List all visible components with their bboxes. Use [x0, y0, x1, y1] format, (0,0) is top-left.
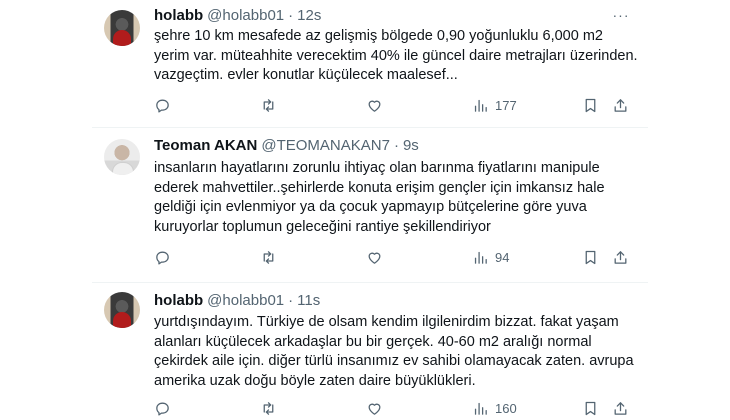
- author-handle[interactable]: @holabb01: [207, 292, 284, 309]
- bookmark-button[interactable]: [582, 398, 599, 418]
- like-button[interactable]: [366, 247, 383, 267]
- views-button[interactable]: 94: [472, 247, 509, 267]
- like-button[interactable]: [366, 398, 383, 418]
- reply-icon: [156, 402, 169, 416]
- tweet-text-line: vazgeçtim. evler konutlar küçülecek maal…: [154, 67, 458, 83]
- separator-dot: ·: [288, 291, 294, 309]
- bookmark-button[interactable]: [582, 95, 599, 115]
- share-button[interactable]: [612, 398, 629, 418]
- tweet-time[interactable]: 9s: [403, 137, 419, 154]
- share-button[interactable]: [612, 95, 629, 115]
- tweet[interactable]: holabb @holabb01 · 11s yurtdışındayım. T…: [0, 283, 730, 420]
- author-handle[interactable]: @TEOMANAKAN7: [261, 137, 390, 154]
- retweet-button[interactable]: [260, 95, 277, 115]
- bookmark-icon: [585, 250, 596, 264]
- share-icon: [614, 98, 627, 112]
- tweet-time[interactable]: 11s: [297, 292, 320, 309]
- author-handle[interactable]: @holabb01: [207, 7, 284, 24]
- reply-icon: [156, 99, 169, 113]
- share-icon: [614, 250, 627, 264]
- retweet-button[interactable]: [260, 247, 277, 267]
- like-button[interactable]: [366, 95, 383, 115]
- separator-dot: ·: [393, 136, 399, 154]
- tweet-header: holabb @holabb01 · 12s: [154, 5, 321, 25]
- reply-button[interactable]: [154, 398, 171, 418]
- like-icon: [368, 252, 381, 264]
- tweet-actions: 94: [154, 247, 630, 267]
- like-icon: [368, 403, 381, 415]
- bookmark-icon: [585, 98, 596, 112]
- views-count: 94: [495, 249, 510, 265]
- like-icon: [368, 100, 381, 112]
- bookmark-icon: [585, 401, 596, 415]
- retweet-icon: [263, 401, 274, 415]
- more-options-icon[interactable]: ···: [612, 6, 630, 24]
- tweet-text-line: yerim var. müteahhite verecektim 40% ile…: [154, 47, 638, 64]
- tweet-text-line: geldiği için evlenmiyor ya da çocuk yapm…: [154, 199, 587, 215]
- tweet[interactable]: holabb @holabb01 · 12s ··· şehre 10 km m…: [0, 0, 730, 128]
- tweet-text-line: ederek mahvettiler..şehirlerde konuta er…: [154, 179, 605, 196]
- tweet-text-line: alanları küçülecek arkadaşlar bu bir ger…: [154, 333, 592, 350]
- tweet-actions: 177: [154, 95, 630, 115]
- views-button[interactable]: 160: [472, 398, 517, 418]
- views-icon: [474, 251, 487, 264]
- tweet-text-line: kuruyorlar toplumun geleceğini rantiye ş…: [154, 218, 491, 235]
- tweet[interactable]: Teoman AKAN @TEOMANAKAN7 · 9s insanların…: [0, 128, 730, 283]
- views-count: 160: [495, 400, 517, 416]
- tweet-text: yurtdışındayım. Türkiye de olsam kendim …: [154, 313, 644, 391]
- views-button[interactable]: 177: [472, 95, 517, 115]
- tweet-text-line: insanların hayatlarını zorunlu ihtiyaç o…: [154, 160, 600, 176]
- retweet-icon: [263, 98, 274, 112]
- reply-icon: [156, 251, 169, 265]
- avatar[interactable]: [104, 292, 140, 328]
- share-icon: [614, 401, 627, 415]
- author-name[interactable]: Teoman AKAN: [154, 137, 257, 154]
- tweet-text-line: şehre 10 km mesafede az gelişmiş bölgede…: [154, 28, 603, 44]
- tweet-text: şehre 10 km mesafede az gelişmiş bölgede…: [154, 27, 644, 86]
- bookmark-button[interactable]: [582, 247, 599, 267]
- tweet-text-line: amerika uzak doğu böyle zaten daire büyü…: [154, 372, 476, 389]
- tweet-text-line: çekirdek aile için. diğer türlü insanımı…: [154, 353, 634, 369]
- views-icon: [474, 402, 487, 415]
- tweet-time[interactable]: 12s: [297, 7, 321, 24]
- retweet-button[interactable]: [260, 398, 277, 418]
- share-button[interactable]: [612, 247, 629, 267]
- views-icon: [474, 99, 487, 112]
- reply-button[interactable]: [154, 95, 171, 115]
- reply-button[interactable]: [154, 247, 171, 267]
- tweet-text-line: yurtdışındayım. Türkiye de olsam kendim …: [154, 314, 619, 330]
- tweet-text: insanların hayatlarını zorunlu ihtiyaç o…: [154, 159, 644, 237]
- avatar[interactable]: [104, 139, 140, 175]
- retweet-icon: [263, 250, 274, 264]
- tweet-header: Teoman AKAN @TEOMANAKAN7 · 9s: [154, 135, 419, 155]
- avatar[interactable]: [104, 10, 140, 46]
- author-name[interactable]: holabb: [154, 7, 203, 24]
- tweet-actions: 160: [154, 398, 630, 418]
- tweet-header: holabb @holabb01 · 11s: [154, 290, 320, 310]
- views-count: 177: [495, 97, 517, 113]
- separator-dot: ·: [288, 6, 294, 24]
- author-name[interactable]: holabb: [154, 292, 203, 309]
